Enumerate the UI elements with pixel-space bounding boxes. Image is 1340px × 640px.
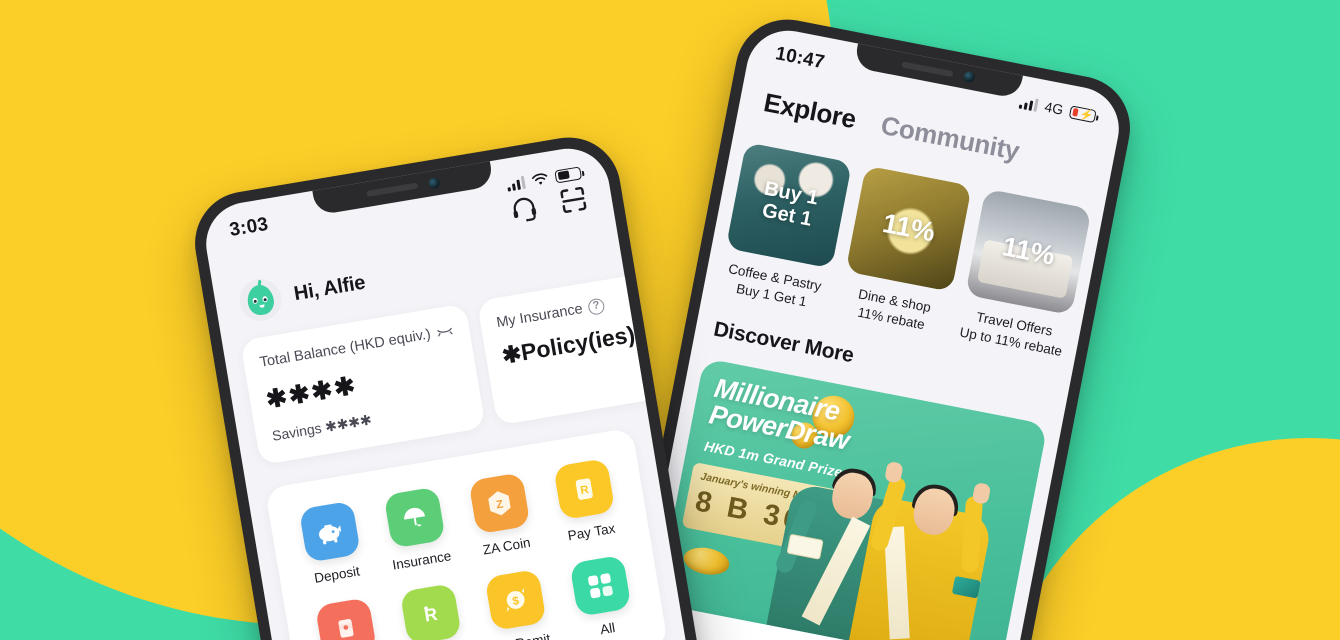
shortcut-label: Pay Tax: [566, 520, 617, 544]
status-time: 10:47: [773, 43, 827, 74]
shortcut-za-coin[interactable]: Z ZA Coin: [453, 470, 551, 561]
status-indicators: [506, 165, 583, 192]
mascot-avatar[interactable]: [236, 275, 285, 325]
wifi-icon: [531, 171, 550, 187]
poster-canvas: 10:47 4G ⚡ Explore Community Buy 1Get 1: [0, 0, 1340, 640]
offer-card[interactable]: 11% Dine & shop 11% rebate: [836, 165, 972, 338]
shortcut-label: ZA Coin: [481, 534, 532, 558]
earpiece-speaker: [901, 60, 954, 77]
shortcut-all[interactable]: All: [554, 552, 652, 640]
discover-more-heading: Discover More: [711, 317, 856, 368]
offer-title: Japan Spend: [1093, 332, 1127, 362]
tax-document-icon: R: [553, 458, 616, 521]
shortcut-lai-see[interactable]: Lai See: [299, 595, 397, 640]
shortcut-deposit[interactable]: Deposit: [283, 498, 381, 589]
question-mark-icon[interactable]: ?: [587, 297, 606, 316]
remit-dollar-icon: $: [484, 568, 547, 632]
eye-off-icon[interactable]: [436, 325, 455, 340]
status-indicators: 4G ⚡: [1019, 94, 1097, 124]
red-packet-icon: [314, 597, 378, 640]
total-balance-card[interactable]: Total Balance (HKD equiv.) ✱✱✱✱ Savings …: [240, 303, 486, 466]
hotel-room-photo: 11%: [965, 188, 1092, 316]
offer-card[interactable]: Buy 1 Get 1 Coffee & Pastry Buy 1 Get 1: [717, 142, 853, 315]
piggy-bank-icon: [298, 500, 361, 563]
signal-bars-icon: [1019, 95, 1040, 112]
shortcut-label: Deposit: [313, 563, 361, 586]
signal-bars-icon: [506, 175, 526, 192]
dessert-photo: 11%: [845, 165, 972, 292]
battery-icon: [554, 165, 583, 184]
shortcut-pay-tax[interactable]: R Pay Tax: [537, 455, 635, 546]
greeting-row: Hi, Alfie: [236, 262, 368, 325]
shortcuts-card: Deposit Insurance Z ZA Coin R Pay Tax R …: [264, 427, 669, 640]
coin-icon: [681, 544, 732, 579]
status-time: 3:03: [228, 213, 270, 241]
offer-badge: Buy 1 Get 1: [760, 177, 820, 231]
shortcut-label: All: [598, 620, 617, 638]
front-camera: [427, 176, 441, 190]
shortcut-label: Insurance: [391, 548, 453, 573]
shortcut-insurance[interactable]: Insurance: [368, 484, 466, 575]
millionaire-powerdraw-banner[interactable]: Millionaire PowerDraw HKD 1m Grand Prize…: [656, 357, 1048, 640]
umbrella-icon: [383, 486, 446, 549]
network-label: 4G: [1043, 98, 1065, 118]
my-insurance-card[interactable]: My Insurance ? ✱Policy(ies): [476, 273, 662, 426]
offer-badge: 11%: [999, 231, 1058, 272]
shortcut-tax-loan[interactable]: R Tax Loan: [384, 580, 482, 640]
grid-all-icon: [569, 554, 632, 617]
shortcut-za-remit[interactable]: $ ZA Remit: [469, 566, 567, 640]
offer-subtitle: Up to 3% rebate: [1081, 348, 1127, 382]
za-coin-icon: Z: [468, 472, 531, 535]
tab-explore[interactable]: Explore: [761, 87, 858, 137]
insurance-label: My Insurance: [495, 301, 584, 332]
battery-charging-icon: ⚡: [1068, 104, 1097, 123]
insurance-value: ✱Policy(ies): [500, 320, 637, 369]
offer-badge: 11%: [880, 208, 938, 248]
offer-card[interactable]: 11% Travel Offers Up to 11% rebate: [956, 188, 1092, 362]
coffee-cups-photo: Buy 1 Get 1: [725, 142, 853, 269]
earpiece-speaker: [366, 182, 419, 197]
shortcuts-grid: Deposit Insurance Z ZA Coin R Pay Tax R …: [283, 455, 651, 640]
japan-pagoda-photo: 3%: [1084, 211, 1127, 339]
greeting-text: Hi, Alfie: [292, 271, 367, 305]
loan-r-icon: R: [399, 583, 462, 640]
front-camera: [962, 70, 976, 84]
shortcut-label: ZA Remit: [494, 631, 551, 640]
